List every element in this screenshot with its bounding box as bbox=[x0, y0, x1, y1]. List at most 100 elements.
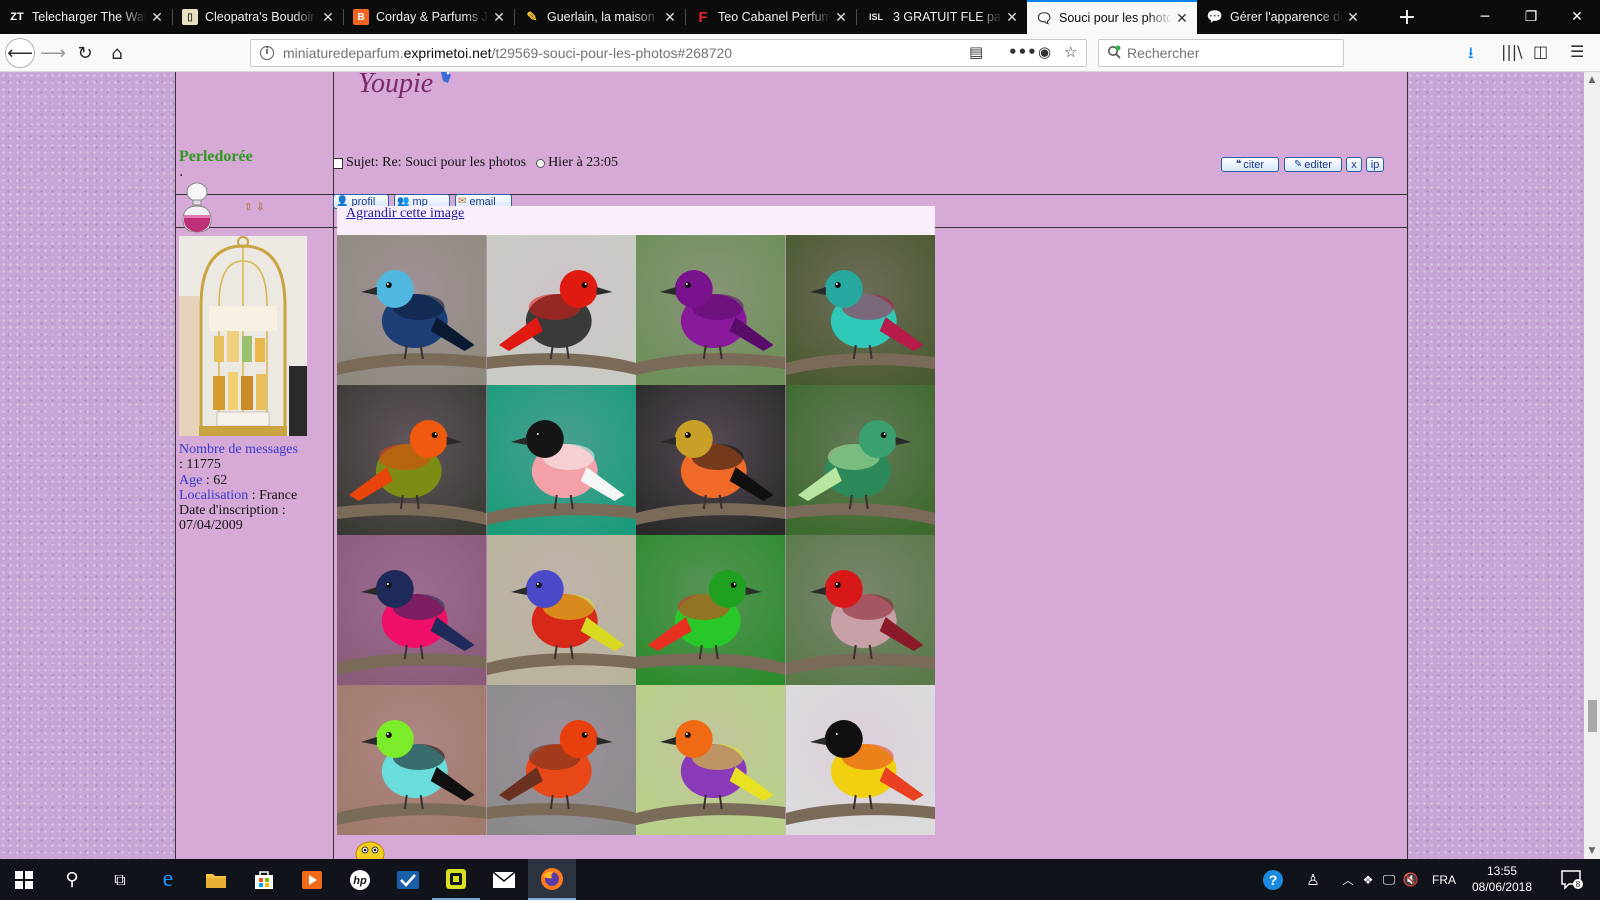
tab-telecharger[interactable]: ZT Telecharger The Walk ✕ bbox=[0, 0, 172, 34]
delete-button[interactable]: x bbox=[1346, 157, 1362, 172]
camtasia-icon[interactable] bbox=[432, 859, 480, 900]
tab-guerlain[interactable]: ✎ Guerlain, la maison - ✕ bbox=[515, 0, 685, 34]
url-bar[interactable]: i miniaturedeparfum.exprimetoi.net/t2956… bbox=[250, 39, 1087, 67]
bookmark-star-icon[interactable]: ☆ bbox=[1064, 43, 1077, 61]
reader-view-icon[interactable]: ▤ bbox=[969, 43, 983, 61]
bird-photo-tile bbox=[636, 685, 786, 835]
bird-photo-tile bbox=[486, 235, 636, 385]
scrollbar-thumb[interactable] bbox=[1588, 700, 1597, 732]
smiley-emoticon-icon bbox=[355, 841, 385, 859]
editer-button[interactable]: ✎ editer bbox=[1284, 157, 1342, 172]
tab-strip: ZT Telecharger The Walk ✕ ▯ Cleopatra's … bbox=[0, 0, 1600, 34]
user-avatar bbox=[179, 236, 307, 436]
tab-gerer-apparence[interactable]: 💬 Gérer l'apparence de ✕ bbox=[1198, 0, 1368, 34]
scroll-up-arrow-icon[interactable]: ▲ bbox=[1584, 72, 1600, 88]
post-author-username[interactable]: Perledorée bbox=[179, 148, 253, 166]
tab-label: 3 GRATUIT FLE passé bbox=[893, 10, 1002, 24]
scroll-bottom-icon[interactable]: ⇩ bbox=[256, 202, 264, 213]
location-link[interactable]: Localisation bbox=[179, 488, 248, 503]
scroll-down-arrow-icon[interactable]: ▼ bbox=[1584, 843, 1600, 859]
svg-text:8: 8 bbox=[1576, 880, 1581, 889]
clock-date: 08/06/2018 bbox=[1471, 880, 1533, 894]
search-bar[interactable] bbox=[1098, 39, 1344, 67]
citer-button[interactable]: ❝ citer bbox=[1221, 157, 1279, 172]
pencil-icon: ✎ bbox=[526, 9, 538, 24]
close-icon[interactable]: ✕ bbox=[1172, 10, 1192, 27]
close-icon[interactable]: ✕ bbox=[1343, 9, 1363, 26]
store-icon[interactable] bbox=[240, 859, 288, 900]
mail-icon[interactable] bbox=[480, 859, 528, 900]
user-rank-text: . bbox=[179, 164, 184, 180]
tab-isl-gratuit[interactable]: ISL 3 GRATUIT FLE passé ✕ bbox=[857, 0, 1027, 34]
navigation-toolbar: ⟵ ⟶ ↻ ⌂ i miniaturedeparfum.exprimetoi.n… bbox=[0, 34, 1600, 72]
age-link[interactable]: Age bbox=[179, 473, 202, 488]
bird-photo-tile bbox=[636, 535, 786, 685]
home-button[interactable]: ⌂ bbox=[103, 39, 131, 67]
url-path: /t29569-souci-pour-les-photos#268720 bbox=[491, 45, 733, 61]
bird-photo-tile bbox=[337, 685, 487, 835]
edge-browser-icon[interactable]: e bbox=[144, 859, 192, 900]
search-taskbar-icon[interactable]: ⚲ bbox=[48, 859, 96, 900]
back-button[interactable]: ⟵ bbox=[5, 38, 35, 68]
checkmark-app-icon[interactable] bbox=[384, 859, 432, 900]
help-icon[interactable]: ? bbox=[1258, 859, 1288, 900]
close-icon[interactable]: ✕ bbox=[147, 9, 167, 26]
scroll-top-icon[interactable]: ⇧ bbox=[244, 202, 252, 213]
bird-photo-tile bbox=[486, 385, 636, 535]
hp-app-icon[interactable]: hp bbox=[336, 859, 384, 900]
people-icon[interactable]: ♙ bbox=[1300, 859, 1326, 900]
search-input[interactable] bbox=[1127, 45, 1327, 61]
messages-link[interactable]: Nombre de messages bbox=[179, 442, 298, 457]
language-indicator[interactable]: FRA bbox=[1426, 859, 1462, 900]
menu-icon[interactable]: ☰ bbox=[1570, 42, 1584, 61]
page-scrollbar[interactable]: ▲ ▼ bbox=[1584, 72, 1600, 859]
pocket-icon[interactable]: ◉ bbox=[1038, 43, 1051, 61]
tab-label: Telecharger The Walk bbox=[32, 10, 147, 24]
tab-label: Guerlain, la maison - bbox=[547, 10, 660, 24]
tab-corday[interactable]: B Corday & Parfums Jo ✕ bbox=[344, 0, 514, 34]
new-tab-button[interactable]: + bbox=[1392, 0, 1422, 34]
start-button[interactable] bbox=[0, 859, 48, 900]
page-viewport: Youpie ⇧ ⇩ 👤 profil 👥 mp ✉ email Perledorée… bbox=[0, 72, 1584, 859]
tab-souci-photos[interactable]: 🗨 Souci pour les photos ✕ bbox=[1027, 0, 1197, 34]
volume-muted-icon[interactable]: 🔇 bbox=[1400, 859, 1422, 900]
close-icon[interactable]: ✕ bbox=[831, 9, 851, 26]
close-icon[interactable]: ✕ bbox=[489, 9, 509, 26]
media-player-icon[interactable] bbox=[288, 859, 336, 900]
birds-collage-image[interactable] bbox=[337, 235, 935, 835]
delete-label: x bbox=[1351, 158, 1357, 171]
close-window-button[interactable]: ✕ bbox=[1554, 0, 1600, 34]
tab-cleopatra[interactable]: ▯ Cleopatra's Boudoir ✕ bbox=[173, 0, 343, 34]
restore-button[interactable]: ❐ bbox=[1508, 0, 1554, 34]
tab-teo-cabanel[interactable]: F Teo Cabanel Perfume ✕ bbox=[686, 0, 856, 34]
forward-button[interactable]: ⟶ bbox=[39, 39, 67, 67]
network-icon[interactable]: 🖵 bbox=[1378, 859, 1400, 900]
fragrantica-icon: F bbox=[698, 8, 708, 26]
task-view-icon[interactable]: ⧉ bbox=[96, 859, 144, 900]
site-info-icon[interactable]: i bbox=[260, 46, 274, 60]
firefox-icon[interactable] bbox=[528, 859, 576, 900]
sidebar-icon[interactable]: ◫ bbox=[1533, 42, 1548, 61]
clock-icon bbox=[536, 158, 546, 168]
page-actions-icon[interactable]: ••• bbox=[1008, 43, 1037, 61]
close-icon[interactable]: ✕ bbox=[318, 9, 338, 26]
ip-button[interactable]: ip bbox=[1366, 157, 1384, 172]
zt-favicon-icon: ZT bbox=[10, 11, 24, 23]
close-icon[interactable]: ✕ bbox=[660, 9, 680, 26]
show-hidden-icons-icon[interactable]: ︿ bbox=[1338, 859, 1358, 900]
reload-button[interactable]: ↻ bbox=[71, 39, 99, 67]
downloads-icon[interactable]: ⭳ bbox=[1468, 42, 1474, 69]
enlarge-image-link[interactable]: Agrandir cette image bbox=[346, 206, 464, 222]
editer-label: editer bbox=[1304, 158, 1332, 171]
library-icon[interactable]: |||\ bbox=[1501, 42, 1523, 61]
url-text[interactable]: miniaturedeparfum.exprimetoi.net/t29569-… bbox=[283, 45, 732, 61]
dropbox-icon[interactable]: ❖ bbox=[1358, 859, 1378, 900]
join-date-value: 07/04/2009 bbox=[179, 518, 243, 533]
minimize-button[interactable]: ─ bbox=[1462, 0, 1508, 34]
action-center-icon[interactable]: 8 bbox=[1552, 859, 1592, 900]
taskbar-clock[interactable]: 13:55 08/06/2018 bbox=[1458, 863, 1546, 895]
close-icon[interactable]: ✕ bbox=[1002, 9, 1022, 26]
age-value: : 62 bbox=[205, 473, 228, 488]
enlarge-image-bar: Agrandir cette image bbox=[337, 206, 935, 236]
file-explorer-icon[interactable] bbox=[192, 859, 240, 900]
